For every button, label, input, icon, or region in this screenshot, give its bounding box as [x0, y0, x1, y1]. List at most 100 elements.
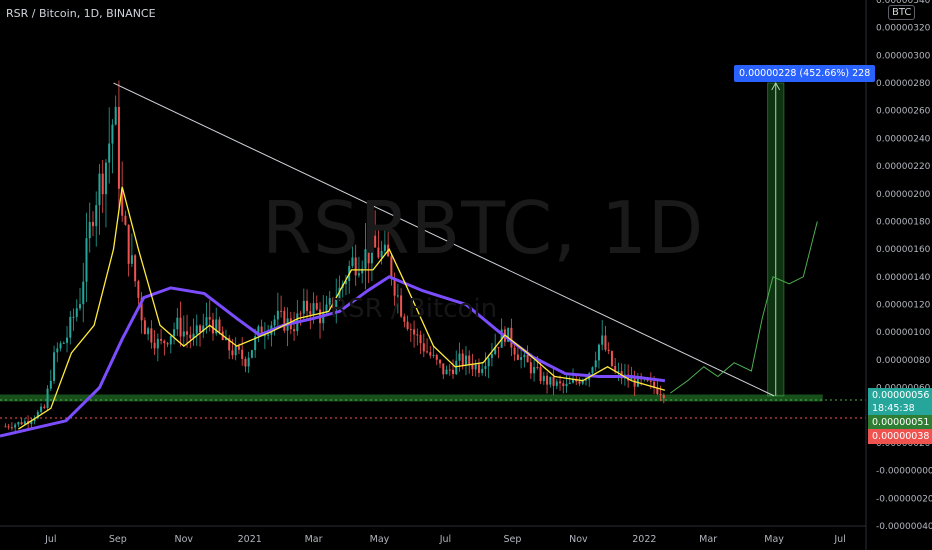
candle-body [510, 327, 513, 348]
candle-body [143, 320, 146, 335]
candle-body [199, 325, 202, 333]
y-tick-label: 0.00000140 [876, 273, 931, 283]
candle-body [147, 328, 150, 335]
candle-body [218, 319, 221, 332]
x-tick-label: May [764, 534, 784, 545]
candle-body [439, 359, 442, 364]
candle-body [539, 367, 542, 382]
y-tick-label: 0.00000240 [876, 134, 931, 144]
candle-body [445, 369, 448, 375]
candle-body [422, 343, 425, 352]
candle-body [419, 334, 422, 344]
candle-body [10, 427, 13, 429]
candle-body [182, 331, 185, 337]
candle-body [302, 300, 305, 314]
red-level-tag: 0.00000038 [868, 429, 932, 444]
candle-body [189, 334, 192, 339]
candle-body [17, 422, 20, 425]
x-tick-label: May [370, 534, 390, 545]
candle-body [293, 329, 296, 332]
candle-body [468, 355, 471, 365]
candle-body [649, 380, 652, 382]
candle-body [130, 255, 133, 264]
candle-body [549, 376, 552, 385]
candle-body [562, 383, 565, 387]
candle-body [43, 406, 46, 408]
x-tick-label: Mar [305, 534, 323, 545]
candle-body [88, 221, 91, 239]
candle-body [312, 303, 315, 315]
candle-body [594, 360, 597, 368]
candle-body [127, 224, 130, 264]
candle-body [117, 106, 120, 189]
x-tick-label: 2022 [632, 534, 656, 545]
y-tick-label: 0.00000260 [876, 107, 931, 117]
candle-body [160, 338, 163, 341]
y-tick-label: 0.00000200 [876, 190, 931, 200]
candle-body [176, 317, 179, 330]
candle-body [91, 221, 94, 227]
y-tick-label: 0.00000080 [876, 356, 931, 366]
candle-body [477, 364, 480, 373]
candle-body [137, 281, 140, 298]
candle-body [82, 281, 85, 305]
candle-body [169, 336, 172, 345]
candle-body [555, 381, 558, 386]
x-tick-label: Nov [569, 534, 588, 545]
candle-body [299, 313, 302, 315]
candle-body [435, 354, 438, 360]
candle-body [662, 395, 665, 399]
x-tick-label: Jul [439, 534, 451, 545]
candle-body [153, 342, 156, 349]
candle-body [69, 316, 72, 338]
candle-body [101, 173, 104, 195]
candle-body [250, 350, 253, 358]
candle-body [14, 424, 17, 428]
candle-body [114, 106, 117, 125]
candle-body [471, 364, 474, 370]
watermark-name: RSR / Bitcoin [330, 294, 498, 324]
x-tick-label: Sep [504, 534, 522, 545]
y-tick-label: -0.00000000 [876, 467, 932, 477]
candle-body [244, 358, 247, 367]
y-tick-label: 0.00000320 [876, 24, 931, 34]
candle-body [7, 426, 10, 428]
candle-body [20, 422, 23, 425]
candle-body [62, 342, 65, 344]
candle-body [179, 317, 182, 337]
candle-body [186, 331, 189, 335]
candle-body [559, 381, 562, 384]
candle-body [516, 354, 519, 360]
y-tick-label: 0.00000180 [876, 217, 931, 227]
candle-body [241, 349, 244, 359]
watermark-symbol: RSRBTC, 1D [262, 186, 705, 270]
price-chart[interactable]: 0.000003400.000003200.000003000.00000280… [0, 0, 932, 550]
candle-body [280, 310, 283, 312]
candle-body [40, 406, 43, 412]
candle-body [134, 255, 137, 282]
candle-body [195, 325, 198, 334]
y-tick-label: -0.00000040 [876, 522, 932, 532]
candle-body [601, 335, 604, 345]
currency-button[interactable]: BTC [888, 5, 916, 20]
candle-body [267, 334, 270, 336]
y-tick-label: 0.00000220 [876, 162, 931, 172]
candle-body [205, 317, 208, 326]
candle-body [409, 329, 412, 331]
candle-body [552, 376, 555, 386]
x-tick-label: Jul [833, 534, 845, 545]
candle-body [490, 354, 493, 359]
candle-body [357, 273, 360, 276]
x-tick-label: Nov [175, 534, 194, 545]
candle-body [607, 349, 610, 352]
candle-body [306, 300, 309, 312]
candle-body [173, 329, 176, 337]
candle-body [150, 328, 153, 343]
x-tick-label: 2021 [238, 534, 262, 545]
candle-body [484, 366, 487, 369]
candle-body [546, 375, 549, 385]
candle-body [432, 354, 435, 356]
candle-body [591, 367, 594, 374]
candle-body [529, 362, 532, 374]
candle-body [523, 354, 526, 358]
